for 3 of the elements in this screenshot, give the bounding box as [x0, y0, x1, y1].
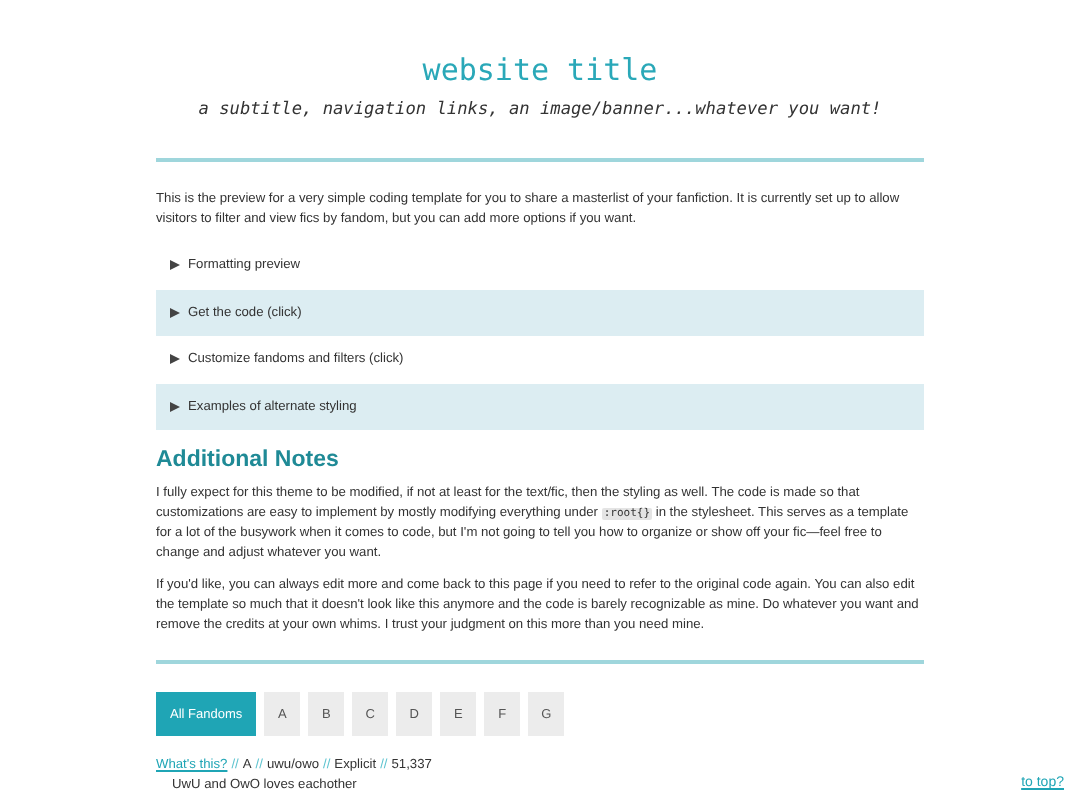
site-subtitle: a subtitle, navigation links, an image/banner...whatever you want! — [196, 100, 884, 120]
notes-heading: Additional Notes — [156, 448, 341, 472]
site-title: website title — [420, 52, 660, 88]
